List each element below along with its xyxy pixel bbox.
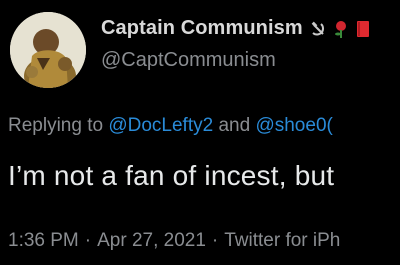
rose-icon	[334, 20, 346, 38]
replying-to-and: and	[218, 115, 251, 136]
tweet-date[interactable]: Apr 27, 2021	[97, 230, 206, 251]
handle[interactable]: @CaptCommunism	[101, 49, 276, 72]
replying-to-label: Replying to	[8, 115, 104, 136]
red-book-icon	[356, 20, 369, 37]
hammer-sickle-icon	[311, 21, 324, 35]
tweet-header: Captain Communism @CaptCommunism	[0, 0, 400, 100]
meta-separator: ·	[211, 230, 219, 251]
tweet-source[interactable]: Twitter for iPh	[224, 230, 340, 251]
mention-link[interactable]: @DocLefty2	[108, 115, 213, 136]
tweet-text: I’m not a fan of incest, but	[8, 160, 335, 191]
avatar-illustration	[10, 12, 86, 88]
mention-link[interactable]: @shoe0(	[255, 115, 332, 136]
replying-to: Replying to @DocLefty2 and @shoe0(	[8, 115, 333, 137]
display-name-row: Captain Communism	[101, 17, 371, 40]
tweet-card: Captain Communism @CaptCommunism Replyin…	[0, 0, 400, 265]
display-name[interactable]: Captain Communism	[101, 17, 303, 40]
tweet-meta: 1:36 PM · Apr 27, 2021 · Twitter for iPh	[8, 230, 340, 252]
avatar[interactable]	[10, 12, 86, 88]
meta-separator: ·	[84, 230, 92, 251]
tweet-time[interactable]: 1:36 PM	[8, 230, 79, 251]
